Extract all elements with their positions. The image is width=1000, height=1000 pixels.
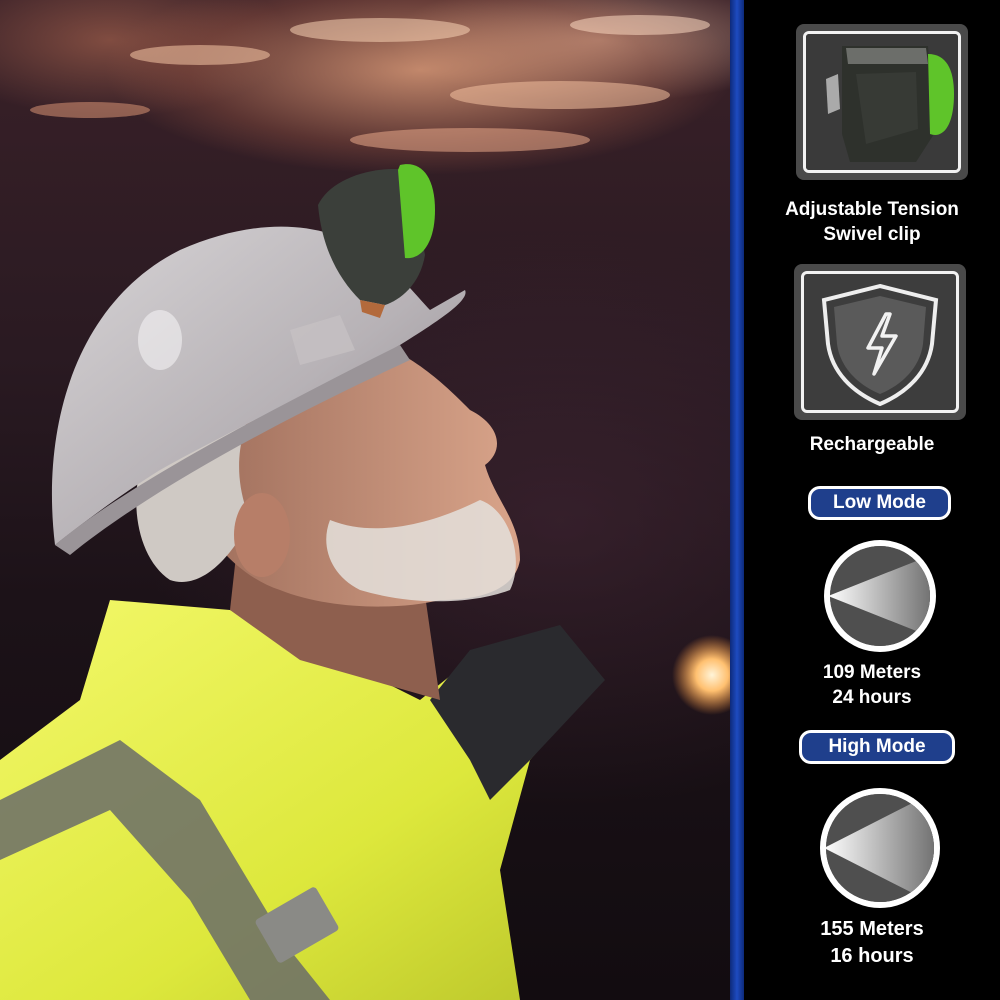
low-mode-pill: Low Mode [808, 486, 951, 520]
low-mode-beam [824, 540, 936, 652]
high-mode-label: High Mode [802, 733, 952, 761]
high-mode-pill: High Mode [799, 730, 955, 764]
low-mode-label: Low Mode [811, 489, 948, 517]
headlamp-clip-icon [806, 34, 958, 170]
feature-panel: Adjustable Tension Swivel clip Rechargea… [744, 0, 1000, 1000]
wide-beam-icon [826, 794, 934, 902]
worker-illustration [0, 15, 730, 1000]
blue-divider [730, 0, 744, 1000]
high-mode-distance: 155 Meters [820, 918, 924, 940]
high-mode-specs: 155 Meters 16 hours [744, 916, 1000, 970]
narrow-beam-icon [830, 546, 930, 646]
ceiling-lights [30, 15, 710, 152]
shield-lightning-icon [821, 283, 939, 407]
swivel-clip-line2: Swivel clip [823, 224, 921, 245]
product-infographic: Adjustable Tension Swivel clip Rechargea… [0, 0, 1000, 1000]
swivel-clip-line1: Adjustable Tension [785, 199, 959, 220]
high-mode-runtime: 16 hours [830, 945, 914, 967]
worker-photo [0, 0, 730, 1000]
low-mode-specs: 109 Meters 24 hours [744, 660, 1000, 710]
swivel-clip-caption: Adjustable Tension Swivel clip [744, 197, 1000, 247]
low-mode-runtime: 24 hours [832, 687, 912, 708]
high-mode-beam [820, 788, 940, 908]
rechargeable-caption: Rechargeable [809, 434, 935, 455]
background-lamp [672, 635, 730, 715]
low-mode-distance: 109 Meters [822, 662, 922, 683]
swivel-clip-tile [796, 24, 968, 180]
rechargeable-tile [794, 264, 966, 420]
